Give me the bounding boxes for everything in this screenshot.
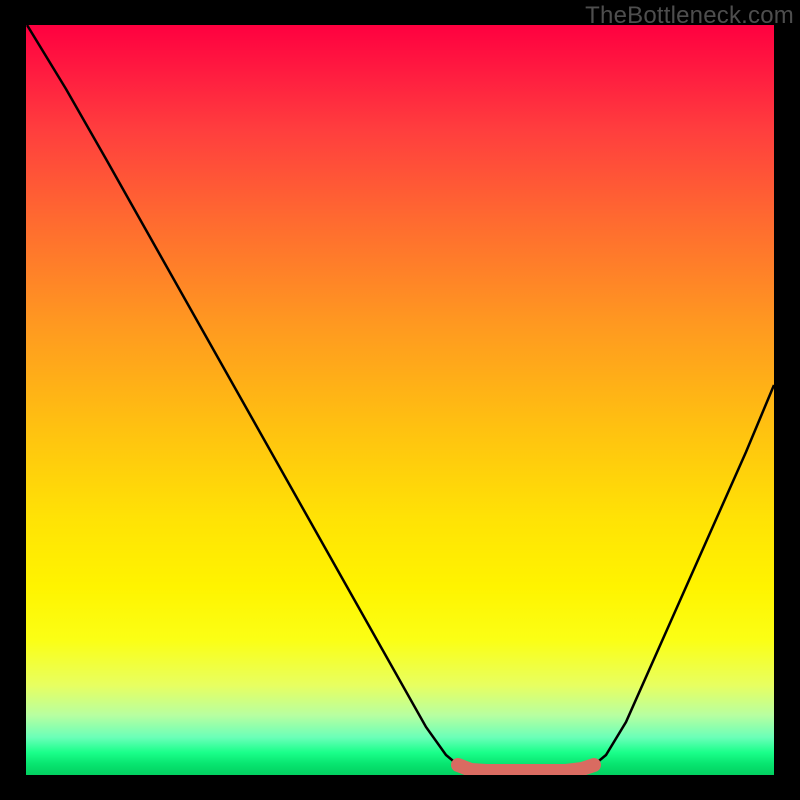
chart-frame <box>26 25 774 775</box>
series-valley-highlight <box>458 765 594 771</box>
series-curve <box>27 25 774 771</box>
plot-layer <box>26 25 774 775</box>
watermark-text: TheBottleneck.com <box>585 2 794 30</box>
